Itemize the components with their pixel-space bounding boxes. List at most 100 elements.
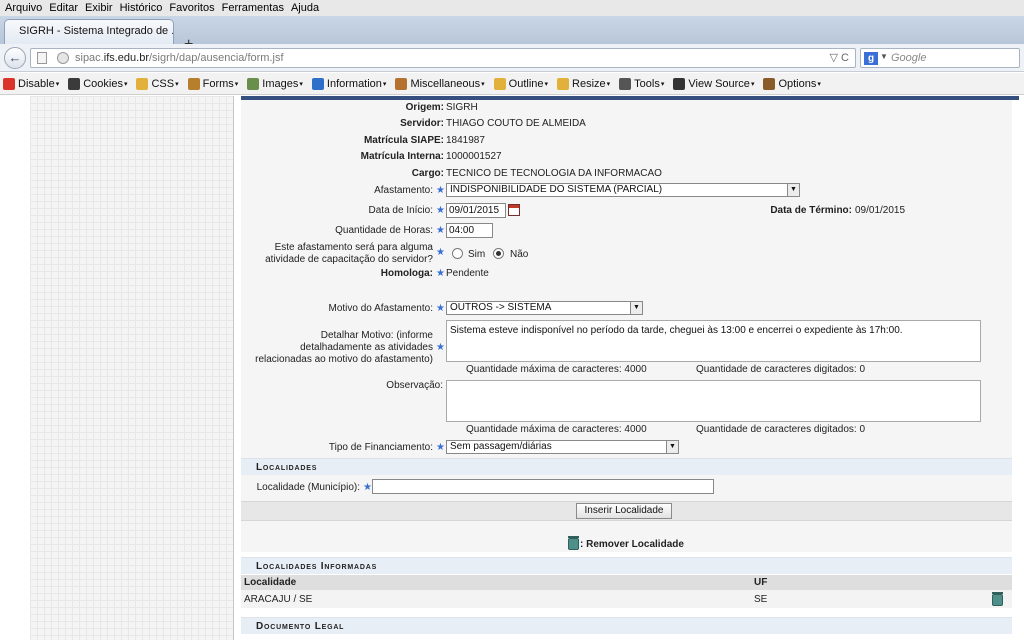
municipio-input[interactable] — [372, 479, 714, 494]
observacao-label: Observação: — [386, 380, 443, 391]
menu-editar[interactable]: Editar — [49, 2, 78, 14]
origem-label: Origem: — [405, 102, 444, 113]
search-bar[interactable]: g ▼ Google — [860, 48, 1020, 68]
matricula-interna-value: 1000001527 — [446, 151, 502, 162]
motivo-selected: OUTROS -> SISTEMA — [450, 302, 552, 313]
motivo-select[interactable]: OUTROS -> SISTEMA ▼ — [446, 301, 643, 315]
observacao-textarea[interactable] — [446, 380, 981, 422]
municipio-label: Localidade (Município): — [256, 482, 360, 493]
menu-exibir[interactable]: Exibir — [85, 2, 113, 14]
required-star-icon: ★ — [363, 482, 372, 493]
informadas-table-header — [241, 575, 1012, 590]
toolbar-item-options[interactable]: Options ▾ — [763, 77, 821, 90]
row-localidade: ARACAJU / SE — [244, 594, 313, 605]
images-icon — [247, 77, 260, 90]
matricula-siape-value: 1841987 — [446, 135, 485, 146]
observacao-max-chars: Quantidade máxima de caracteres: 4000 — [466, 424, 647, 435]
caret-down-icon: ▾ — [299, 80, 303, 88]
search-input[interactable]: Google — [891, 52, 926, 64]
financiamento-label: Tipo de Financiamento: — [328, 442, 433, 453]
browser-tabbar: SIGRH - Sistema Integrado de ... + — [0, 16, 1024, 53]
toolbar-item-miscellaneous[interactable]: Miscellaneous ▾ — [395, 77, 485, 90]
caret-down-icon: ▾ — [481, 80, 485, 88]
menu-favoritos[interactable]: Favoritos — [169, 2, 214, 14]
toolbar-item-view-source[interactable]: View Source ▾ — [673, 77, 754, 90]
caret-down-icon: ▾ — [817, 80, 821, 88]
search-engine-caret-icon[interactable]: ▼ — [880, 52, 888, 61]
miscellaneous-icon — [395, 77, 408, 90]
chevron-down-icon[interactable]: ▼ — [630, 302, 642, 314]
toolbar-item-forms[interactable]: Forms ▾ — [187, 77, 239, 90]
cargo-label: Cargo: — [411, 168, 444, 179]
url-text[interactable]: sipac.ifs.edu.br/sigrh/dap/ausencia/form… — [75, 52, 284, 64]
trash-icon — [568, 536, 579, 550]
financiamento-select[interactable]: Sem passagem/diárias ▼ — [446, 440, 679, 454]
data-inicio-input[interactable]: 09/01/2015 — [446, 203, 506, 218]
toolbar-item-tools[interactable]: Tools ▾ — [619, 77, 664, 90]
capacitacao-label-line2: atividade de capacitação do servidor? — [265, 254, 433, 265]
capacitacao-sim-radio[interactable] — [452, 248, 463, 259]
required-star-icon: ★ — [436, 185, 445, 196]
detalhar-textarea[interactable]: Sistema esteve indisponível no período d… — [446, 320, 981, 362]
servidor-label: Servidor: — [400, 118, 444, 129]
browser-tab[interactable]: SIGRH - Sistema Integrado de ... — [4, 19, 174, 44]
servidor-value: THIAGO COUTO DE ALMEIDA — [446, 118, 586, 129]
caret-down-icon: ▾ — [234, 80, 239, 88]
toolbar-item-cookies[interactable]: Cookies ▾ — [68, 77, 127, 90]
forms-icon — [187, 77, 200, 90]
data-inicio-label: Data de Início: — [368, 205, 433, 216]
menu-historico[interactable]: Histórico — [120, 2, 163, 14]
col-localidade-header: Localidade — [244, 577, 297, 588]
disable-icon — [3, 77, 15, 90]
resize-icon — [557, 77, 570, 90]
required-star-icon: ★ — [436, 268, 445, 279]
back-button[interactable]: ← — [4, 47, 26, 69]
toolbar-item-information[interactable]: Information ▾ — [311, 77, 387, 90]
caret-down-icon: ▾ — [55, 80, 60, 88]
menu-ferramentas[interactable]: Ferramentas — [222, 2, 284, 14]
informadas-section-title: Localidades Informadas — [241, 557, 1012, 574]
inserir-localidade-button[interactable]: Inserir Localidade — [576, 503, 672, 519]
matricula-siape-label: Matrícula SIAPE: — [363, 135, 444, 146]
homologa-value: Pendente — [446, 268, 489, 279]
caret-down-icon: ▾ — [606, 80, 611, 88]
toolbar-item-resize[interactable]: Resize ▾ — [557, 77, 611, 90]
toolbar-item-label: Disable — [18, 77, 55, 90]
chevron-down-icon[interactable]: ▼ — [787, 184, 799, 196]
afastamento-label: Afastamento: — [374, 185, 433, 196]
url-bar[interactable]: sipac.ifs.edu.br/sigrh/dap/ausencia/form… — [30, 48, 856, 68]
localidades-section-title: Localidades — [241, 458, 1012, 475]
required-star-icon: ★ — [436, 247, 445, 258]
url-prefix: sipac. — [75, 52, 104, 64]
menu-arquivo[interactable]: Arquivo — [5, 2, 42, 14]
left-background — [0, 96, 233, 640]
reload-icon[interactable]: ▽ C — [830, 51, 849, 64]
toolbar-item-disable[interactable]: Disable ▾ — [3, 77, 60, 90]
data-termino-label: Data de Término: — [770, 205, 852, 216]
calendar-icon[interactable] — [508, 204, 520, 216]
menu-ajuda[interactable]: Ajuda — [291, 2, 319, 14]
caret-down-icon: ▾ — [382, 80, 387, 88]
toolbar-item-css[interactable]: CSS ▾ — [136, 77, 179, 90]
toolbar-item-label: Resize — [572, 77, 606, 90]
required-star-icon: ★ — [436, 442, 445, 453]
origem-value: SIGRH — [446, 102, 478, 113]
quantidade-horas-input[interactable]: 04:00 — [446, 223, 493, 238]
toolbar-item-outline[interactable]: Outline ▾ — [493, 77, 548, 90]
browser-menubar: Arquivo Editar Exibir Histórico Favorito… — [0, 0, 1024, 16]
toolbar-item-images[interactable]: Images ▾ — [247, 77, 303, 90]
required-star-icon: ★ — [436, 225, 445, 236]
tools-icon — [619, 77, 632, 90]
remove-localidade-icon[interactable] — [992, 592, 1003, 606]
options-icon — [763, 77, 776, 90]
toolbar-item-label: Forms — [202, 77, 234, 90]
web-developer-toolbar: Disable ▾ Cookies ▾ CSS ▾ Forms ▾ Images ▾ Informa… — [0, 73, 1024, 95]
toolbar-item-label: Images — [262, 77, 299, 90]
afastamento-select[interactable]: INDISPONIBILIDADE DO SISTEMA (PARCIAL) ▼ — [446, 183, 800, 197]
capacitacao-nao-radio[interactable] — [493, 248, 504, 259]
page-icon — [37, 52, 47, 64]
chevron-down-icon[interactable]: ▼ — [666, 441, 678, 453]
google-icon[interactable]: g — [864, 52, 878, 65]
toolbar-item-label: Cookies — [83, 77, 123, 90]
toolbar-item-label: CSS — [151, 77, 175, 90]
